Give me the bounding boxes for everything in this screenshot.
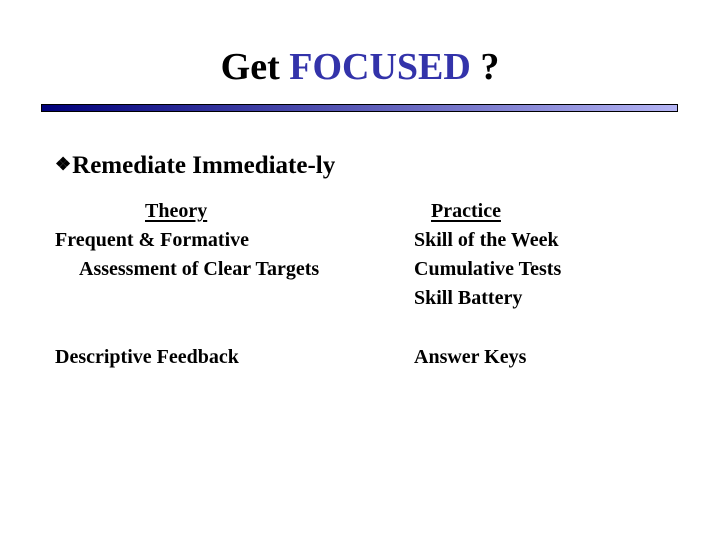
practice-line: Skill of the Week [414,229,559,251]
title-underline-bar [41,104,678,112]
practice-bottom-item: Answer Keys [414,346,527,368]
theory-column: Theory Frequent & Formative Assessment o… [55,197,319,284]
theory-heading: Theory [145,200,208,222]
bullet-text: Remediate Immediate-ly [72,152,336,179]
practice-column: Practice Skill of the Week Cumulative Te… [414,197,561,313]
practice-line: Skill Battery [414,287,523,309]
practice-line: Cumulative Tests [414,258,562,280]
theory-bottom-item: Descriptive Feedback [55,346,239,368]
theory-line: Assessment of Clear Targets [79,258,320,280]
diamond-bullet-icon: ❖ [55,154,72,174]
theory-line: Frequent & Formative [55,229,250,251]
title-suffix: ? [480,46,500,88]
practice-heading: Practice [431,200,501,222]
title-accent: FOCUSED [289,46,471,88]
title-prefix: Get [220,46,280,88]
bullet-item: ❖Remediate Immediate-ly [55,148,335,182]
slide-title: Get FOCUSED ? [0,42,720,92]
